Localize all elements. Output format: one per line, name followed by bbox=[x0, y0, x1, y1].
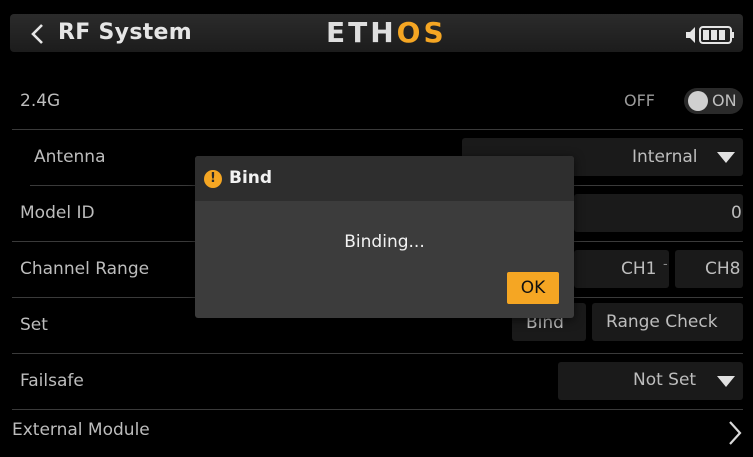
page-title: RF System bbox=[58, 20, 192, 45]
logo-part-1: ETH bbox=[326, 16, 397, 49]
ethos-logo: ETHOS bbox=[326, 16, 447, 49]
toggle-on-label: ON bbox=[712, 91, 737, 110]
model-id-value: 0 bbox=[731, 203, 742, 223]
header: RF System ETHOS bbox=[0, 0, 753, 64]
speaker-battery-icon bbox=[686, 26, 734, 44]
row-external-module[interactable]: External Module bbox=[0, 410, 753, 457]
row-label-failsafe: Failsafe bbox=[20, 371, 84, 391]
channel-start-value: CH1 bbox=[621, 259, 657, 279]
chevron-left-icon[interactable] bbox=[28, 23, 48, 45]
rf-system-screen: RF System ETHOS 2.4G OFF ON Antenna Inte… bbox=[0, 0, 753, 457]
toggle-knob[interactable] bbox=[688, 91, 708, 111]
range-check-label: Range Check bbox=[606, 312, 718, 332]
row-failsafe: Failsafe Not Set bbox=[0, 354, 753, 410]
antenna-value: Internal bbox=[632, 147, 698, 167]
chevron-down-icon bbox=[717, 152, 735, 163]
toggle-off-label: OFF bbox=[624, 91, 655, 110]
channel-end-value: CH8 bbox=[705, 259, 741, 279]
chevron-down-icon bbox=[717, 376, 735, 387]
row-label-set: Set bbox=[20, 315, 48, 335]
row-2-4g: 2.4G OFF ON bbox=[0, 74, 753, 130]
dialog-header: ! Bind bbox=[195, 156, 574, 201]
dialog-message: Binding... bbox=[344, 232, 425, 252]
channel-range-separator: - bbox=[663, 257, 668, 272]
chevron-right-icon[interactable] bbox=[728, 420, 742, 446]
row-label-external-module: External Module bbox=[12, 420, 150, 440]
row-label-model-id: Model ID bbox=[20, 203, 95, 223]
bind-dialog: ! Bind Binding... OK bbox=[195, 156, 574, 318]
dialog-title: Bind bbox=[229, 168, 273, 188]
model-id-field[interactable] bbox=[574, 194, 743, 232]
logo-part-2: OS bbox=[396, 16, 447, 49]
row-label-channel-range: Channel Range bbox=[20, 259, 150, 279]
failsafe-value: Not Set bbox=[633, 370, 697, 390]
ok-button[interactable]: OK bbox=[507, 272, 559, 304]
alert-icon: ! bbox=[204, 170, 222, 188]
row-label-antenna: Antenna bbox=[34, 147, 106, 167]
row-label-2-4g: 2.4G bbox=[20, 91, 61, 111]
